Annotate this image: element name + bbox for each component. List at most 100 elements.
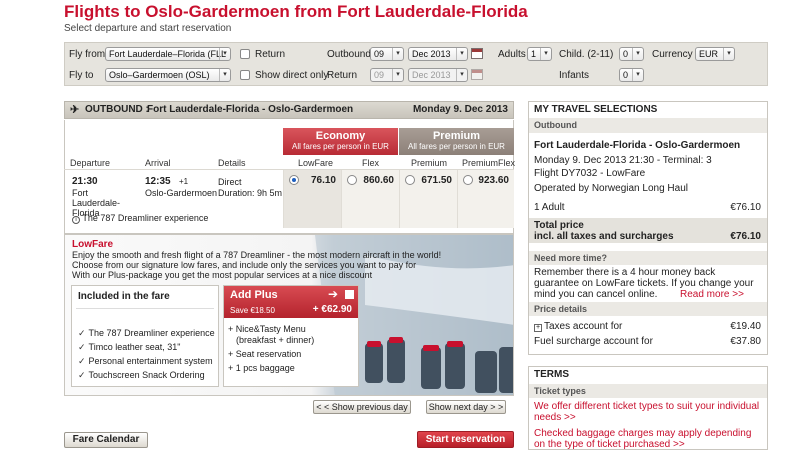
- promo-title: LowFare: [72, 239, 114, 250]
- col-premiumflex: PremiumFlex: [462, 158, 516, 168]
- return-day-select[interactable]: 09 ▾: [370, 68, 404, 82]
- fly-from-label: Fly from: [69, 49, 106, 60]
- add-plus-item-detail: (breakfast + dinner): [236, 335, 315, 345]
- taxes-row[interactable]: + Taxes account for: [534, 321, 622, 332]
- fare-radio-lowfare[interactable]: [289, 175, 299, 185]
- currency-select[interactable]: EUR ▾: [695, 47, 735, 61]
- fuel-value: €37.80: [730, 336, 761, 347]
- adults-label: Adults: [498, 49, 526, 60]
- calendar-icon[interactable]: [471, 69, 483, 80]
- fuel-label: Fuel surcharge account for: [534, 336, 653, 347]
- children-select[interactable]: 0 ▾: [619, 47, 644, 61]
- fare-calendar-button[interactable]: Fare Calendar: [64, 432, 148, 448]
- fly-to-select[interactable]: Oslo–Gardermoen (OSL) ▾: [105, 68, 231, 82]
- taxes-value: €19.40: [730, 321, 761, 332]
- ticket-types-link-2[interactable]: needs >>: [534, 412, 576, 423]
- add-plus-save: Save €18.50: [230, 306, 275, 315]
- departure-time: 21:30: [72, 176, 98, 187]
- needtime-text-1: Remember there is a 4 hour money back: [534, 267, 716, 278]
- fare-radio-premium[interactable]: [405, 175, 415, 185]
- add-plus-bar[interactable]: Add Plus ➔ Save €18.50 + €62.90: [224, 286, 358, 318]
- outbound-date-label: Outbound: [327, 49, 371, 60]
- fare-price-flex: 860.60: [363, 175, 394, 186]
- flight-type[interactable]: Direct: [218, 177, 242, 187]
- chevron-down-icon: ▾: [456, 48, 467, 60]
- search-panel: Fly from Fort Lauderdale–Florida (FLL ▾ F…: [64, 42, 768, 86]
- sidebar-flight-time: Monday 9. Dec 2013 21:30 - Terminal: 3: [534, 155, 712, 166]
- baggage-link[interactable]: Checked baggage charges may apply depend…: [534, 428, 751, 439]
- plane-icon: ✈: [70, 104, 80, 116]
- fare-price-premiumflex: 923.60: [478, 175, 509, 186]
- price-details-title: Price details: [534, 304, 588, 314]
- add-plus-item: + Nice&Tasty Menu: [228, 324, 306, 334]
- outbound-day-select[interactable]: 09 ▾: [370, 47, 404, 61]
- chevron-down-icon: ▾: [219, 48, 230, 60]
- fare-price-premium: 671.50: [421, 175, 452, 186]
- included-item: ✓ The 787 Dreamliner experience: [78, 328, 215, 338]
- premium-header: Premium All fares per person in EUR: [399, 128, 514, 155]
- add-plus-checkbox[interactable]: [345, 290, 354, 299]
- arrival-city: Oslo-Gardermoen: [145, 188, 218, 198]
- expand-plus-icon: +: [534, 324, 542, 332]
- total-label: Total price: [534, 220, 584, 231]
- read-more-link[interactable]: Read more >>: [680, 289, 744, 300]
- previous-day-button[interactable]: < < Show previous day: [313, 400, 411, 414]
- fare-radio-flex[interactable]: [347, 175, 357, 185]
- arrow-right-icon: ➔: [328, 287, 339, 301]
- next-day-button[interactable]: Show next day > >: [426, 400, 506, 414]
- col-details: Details: [218, 158, 246, 168]
- outbound-date: Monday 9. Dec 2013: [412, 104, 508, 115]
- sidebar-outbound-label: Outbound: [534, 120, 577, 130]
- col-premium: Premium: [411, 158, 448, 168]
- children-label: Child. (2-11): [559, 49, 614, 60]
- ticket-types-title: Ticket types: [534, 386, 586, 396]
- page-title: Flights to Oslo-Gardermoen from Fort Lau…: [64, 2, 528, 21]
- add-plus-item: + Seat reservation: [228, 349, 302, 359]
- fare-radio-premiumflex[interactable]: [463, 175, 473, 185]
- terms-title: TERMS: [534, 369, 569, 380]
- fare-cell-lowfare[interactable]: 76.10: [283, 170, 341, 228]
- infants-select[interactable]: 0 ▾: [619, 68, 644, 82]
- total-price: €76.10: [730, 231, 761, 242]
- check-icon: ✓: [78, 370, 86, 380]
- included-item: ✓ Touchscreen Snack Ordering: [78, 370, 205, 380]
- calendar-icon[interactable]: [471, 48, 483, 59]
- direct-only-checkbox[interactable]: [240, 70, 250, 80]
- return-month-select[interactable]: Dec 2013 ▾: [408, 68, 468, 82]
- check-icon: ✓: [78, 342, 86, 352]
- infants-label: Infants: [559, 70, 590, 81]
- total-sublabel: incl. all taxes and surcharges: [534, 231, 674, 242]
- included-item: ✓ Timco leather seat, 31": [78, 342, 181, 352]
- fare-cell-premiumflex[interactable]: 923.60: [457, 170, 514, 228]
- sidebar-operator: Operated by Norwegian Long Haul: [534, 183, 688, 194]
- economy-header: Economy All fares per person in EUR: [283, 128, 398, 155]
- chevron-down-icon: ▾: [540, 48, 551, 60]
- return-checkbox[interactable]: [240, 49, 250, 59]
- fly-to-label: Fly to: [69, 70, 94, 81]
- fare-price-lowfare: 76.10: [310, 175, 336, 186]
- chevron-down-icon: ▾: [632, 69, 643, 81]
- adults-select[interactable]: 1 ▾: [527, 47, 552, 61]
- ticket-types-link[interactable]: We offer different ticket types to suit …: [534, 401, 759, 412]
- fare-cell-premium[interactable]: 671.50: [399, 170, 457, 228]
- dreamliner-link[interactable]: i The 787 Dreamliner experience: [72, 213, 208, 224]
- direct-only-label: Show direct only: [255, 70, 329, 81]
- included-title: Included in the fare: [78, 291, 170, 302]
- baggage-link-2[interactable]: on the type of ticket purchased >>: [534, 439, 685, 450]
- included-item: ✓ Personal entertainment system: [78, 356, 213, 366]
- info-icon: i: [72, 216, 80, 224]
- add-plus-box[interactable]: Add Plus ➔ Save €18.50 + €62.90 + Nice&T…: [223, 285, 359, 387]
- sidebar-route: Fort Lauderdale-Florida - Oslo-Gardermoe…: [534, 140, 741, 151]
- outbound-month-select[interactable]: Dec 2013 ▾: [408, 47, 468, 61]
- fly-from-select[interactable]: Fort Lauderdale–Florida (FLL ▾: [105, 47, 231, 61]
- arrival-plus-day: +1: [179, 177, 189, 186]
- needtime-title: Need more time?: [534, 253, 608, 263]
- start-reservation-button[interactable]: Start reservation: [417, 431, 514, 448]
- promo-text-1: Enjoy the smooth and fresh flight of a 7…: [72, 250, 442, 260]
- promo-text-2: Choose from our signature low fares, and…: [72, 260, 417, 270]
- col-arrival: Arrival: [145, 158, 171, 168]
- add-plus-item: + 1 pcs baggage: [228, 363, 295, 373]
- arrival-time: 12:35: [145, 176, 171, 187]
- col-flex: Flex: [362, 158, 380, 168]
- fare-cell-flex[interactable]: 860.60: [341, 170, 399, 228]
